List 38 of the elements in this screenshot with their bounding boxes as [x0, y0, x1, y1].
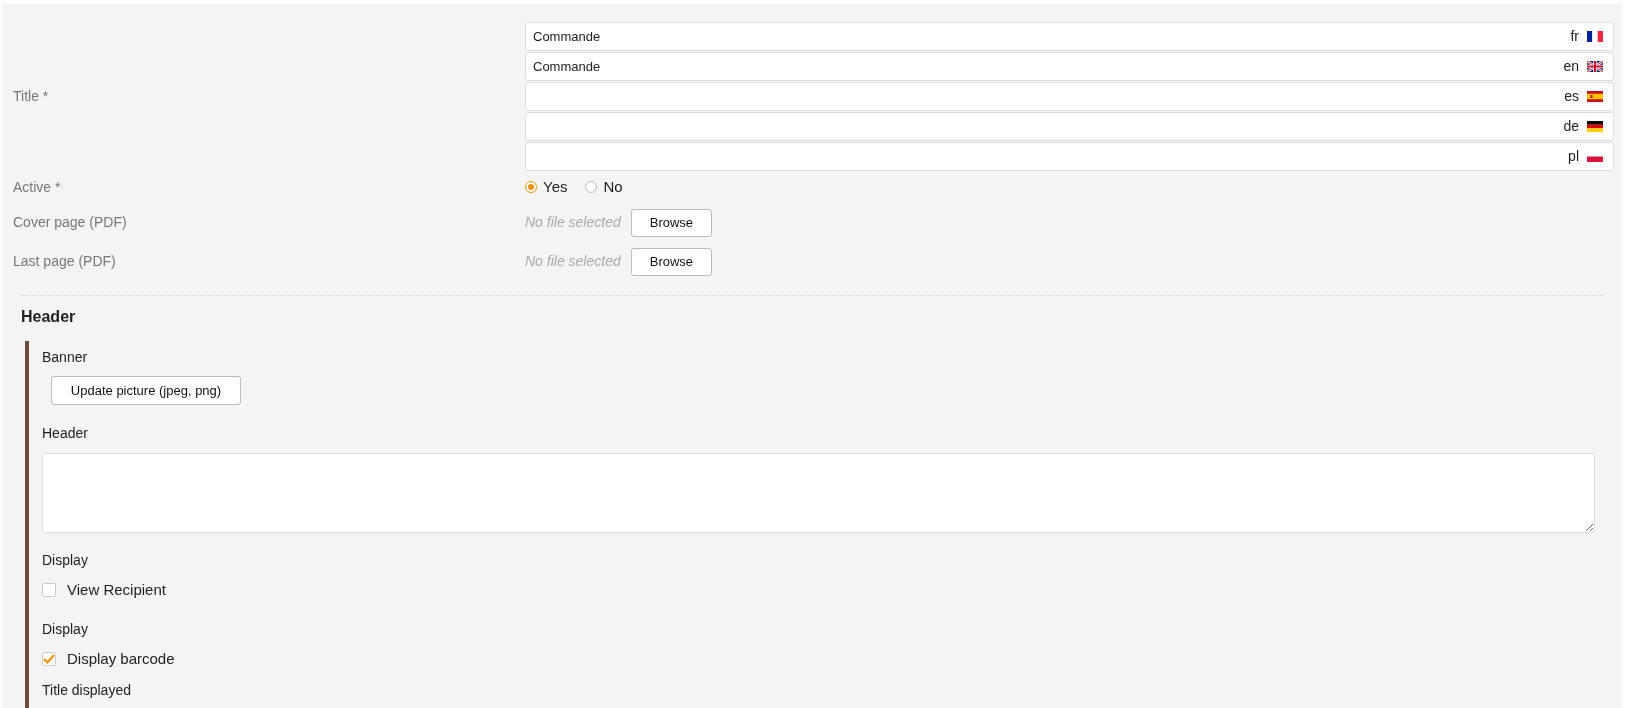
flag-icon — [1587, 121, 1603, 132]
browse-button[interactable]: Browse — [630, 247, 713, 276]
flag-icon — [1587, 61, 1603, 72]
language-code: en — [1563, 57, 1579, 76]
field-label: Title * — [13, 87, 49, 106]
checkbox-label: View Recipient — [67, 580, 166, 600]
radio-option[interactable]: No — [585, 175, 623, 199]
file-status: No file selected — [525, 213, 621, 232]
language-code: es — [1564, 87, 1579, 106]
checkbox[interactable] — [42, 583, 56, 598]
field-label: Display — [42, 619, 89, 639]
text-input[interactable]: es — [525, 82, 1614, 111]
flag-icon — [1587, 31, 1603, 42]
language-code: fr — [1570, 27, 1579, 46]
text-input[interactable]: de — [525, 112, 1614, 141]
checkbox[interactable] — [42, 651, 56, 666]
field-label: Last page (PDF) — [13, 253, 116, 269]
browse-button[interactable]: Browse — [630, 208, 713, 237]
language-code: de — [1563, 117, 1579, 136]
radio-button[interactable] — [585, 181, 598, 193]
text-input[interactable]: Commande fr — [525, 22, 1614, 51]
field-label: Active * — [13, 178, 61, 195]
field-label: Title displayed — [42, 681, 132, 700]
language-code: pl — [1568, 147, 1579, 166]
flag-icon — [1587, 91, 1603, 102]
field-label: Display — [42, 551, 89, 570]
update-picture-button[interactable]: Update picture (jpeg, png) — [51, 376, 241, 405]
text-input[interactable]: pl — [525, 142, 1614, 171]
radio-option[interactable]: Yes — [525, 175, 568, 199]
text-input[interactable]: Commande en — [525, 52, 1614, 81]
checkbox-label: Display barcode — [67, 648, 175, 669]
radio-button[interactable] — [525, 181, 537, 193]
section-heading: Header — [21, 308, 76, 325]
file-status: No file selected — [525, 252, 621, 271]
header-textarea[interactable] — [42, 453, 1595, 533]
field-label: Cover page (PDF) — [13, 214, 127, 230]
field-label: Banner — [42, 348, 89, 367]
field-label: Header — [42, 424, 89, 443]
